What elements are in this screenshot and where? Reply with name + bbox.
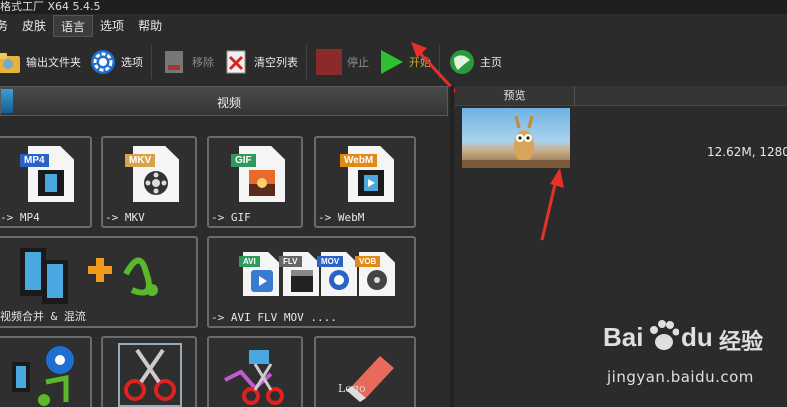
watermark-url: jingyan.baidu.com	[607, 368, 754, 386]
gear-icon	[89, 48, 117, 76]
tile-to-mp4[interactable]: MP4 -> MP4	[0, 136, 92, 228]
options-label: 选项	[121, 56, 143, 69]
remove-icon	[160, 48, 188, 76]
output-folder-label: 输出文件夹	[26, 56, 81, 69]
tile-caption: -> GIF	[211, 211, 251, 224]
quicktime-icon	[329, 270, 349, 290]
tile-video-crop[interactable]	[101, 336, 197, 407]
mp4-badge: MP4	[20, 154, 49, 167]
tile-to-gif[interactable]: GIF -> GIF	[207, 136, 303, 228]
clapperboard-icon	[291, 270, 313, 292]
watermark-brand-cn: 经验	[719, 330, 764, 355]
tile-caption: -> AVI FLV MOV ....	[211, 311, 337, 324]
video-preview-thumbnail[interactable]	[462, 108, 570, 168]
tile-caption: -> MP4	[0, 211, 40, 224]
tile-video-split[interactable]	[207, 336, 303, 407]
watermark-brand-a: Bai	[603, 322, 644, 352]
film-play-icon	[358, 170, 384, 196]
toolbar-separator	[306, 45, 307, 79]
tile-to-webm[interactable]: WebM -> WebM	[314, 136, 416, 228]
clear-list-icon	[222, 48, 250, 76]
video-category-header[interactable]: 视频	[0, 86, 448, 116]
title-bar: 格式工厂 X64 5.4.5	[0, 0, 787, 14]
stop-label: 停止	[347, 56, 369, 69]
tile-video-audio[interactable]	[0, 336, 92, 407]
video-music-icon	[12, 346, 74, 406]
menu-task[interactable]: 务	[0, 15, 15, 37]
film-icon	[1, 89, 13, 113]
toolbar-separator	[151, 45, 152, 79]
reel-icon	[367, 270, 387, 290]
tile-caption: 视频合并 & 混流	[0, 310, 86, 323]
toolbar: 输出文件夹 选项 移除 清空列表 停止 开始 主页	[0, 40, 787, 84]
preview-column-header[interactable]: 预览	[455, 86, 575, 106]
logo-text: Logo	[338, 382, 366, 395]
file-info: 12.62M, 1280x	[707, 145, 787, 159]
menu-bar: 务 皮肤 语言 选项 帮助	[0, 14, 787, 38]
menu-help[interactable]: 帮助	[131, 15, 169, 37]
clear-list-button[interactable]: 清空列表	[218, 44, 302, 80]
scissors-icon	[118, 343, 182, 407]
video-category-label: 视频	[217, 96, 242, 110]
snail-character-image	[462, 115, 570, 168]
home-label: 主页	[480, 56, 502, 69]
window-title: 格式工厂 X64 5.4.5	[0, 0, 101, 13]
film-strip-icon	[38, 170, 64, 196]
split-scissors-icon	[224, 350, 284, 405]
tile-video-merge-mux[interactable]: 视频合并 & 混流	[0, 236, 198, 328]
tile-to-mkv[interactable]: MKV -> MKV	[101, 136, 197, 228]
tile-caption: -> WebM	[318, 211, 365, 224]
clear-list-label: 清空列表	[254, 56, 298, 69]
annotation-arrow-bottom	[540, 168, 564, 241]
stop-icon	[315, 48, 343, 76]
menu-language[interactable]: 语言	[53, 15, 94, 37]
paw-icon	[650, 320, 679, 350]
tile-remove-logo[interactable]: Logo	[314, 336, 416, 407]
panel-splitter[interactable]	[450, 86, 454, 407]
baidu-jingyan-watermark: Bai du 经验 jingyan.baidu.com	[603, 318, 787, 407]
play-icon	[377, 48, 405, 76]
film-reel-icon	[143, 170, 169, 196]
mkv-badge: MKV	[125, 154, 156, 167]
output-folder-button[interactable]: 输出文件夹	[0, 44, 85, 80]
folder-icon	[0, 48, 22, 76]
sunset-image-icon	[249, 170, 275, 196]
menu-skin[interactable]: 皮肤	[15, 15, 53, 37]
tile-to-avi-flv-mov[interactable]: AVI FLV MOV VOB -> AVI FLV MOV ....	[207, 236, 416, 328]
stop-button[interactable]: 停止	[311, 44, 373, 80]
tile-caption: -> MKV	[105, 211, 145, 224]
watermark-brand-b: du	[681, 322, 713, 352]
gif-badge: GIF	[231, 154, 256, 167]
options-button[interactable]: 选项	[85, 44, 147, 80]
remove-button[interactable]: 移除	[156, 44, 218, 80]
remove-label: 移除	[192, 56, 214, 69]
menu-options[interactable]: 选项	[93, 15, 131, 37]
webm-badge: WebM	[340, 154, 378, 167]
merge-film-icon	[20, 248, 158, 304]
task-list-header: 预览	[455, 86, 787, 106]
